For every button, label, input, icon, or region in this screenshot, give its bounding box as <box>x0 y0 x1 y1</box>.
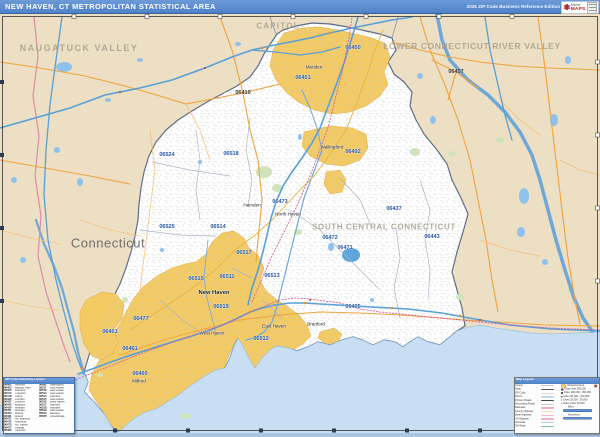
zip-index-columns: 06401 Ansonia 06403 Beacon Falls 06405 Branfo… <box>4 384 74 437</box>
legend-line-item: State Highway <box>515 413 554 417</box>
title-bar: NEW HAVEN, CT METROPOLITAN STATISTICAL A… <box>0 0 600 14</box>
scale-bar-label: Kilometers <box>568 412 580 416</box>
zip-index-row: 06525 Woodbridge <box>39 414 65 418</box>
legend-line-sample <box>541 407 554 408</box>
zip-index-title: ZIP Code Index/City Locator <box>5 378 45 381</box>
legend-line-sample <box>541 421 554 423</box>
legend-line-sample <box>541 418 554 419</box>
legend-city-item: Cities 50,000 - 100,000 <box>561 394 599 398</box>
city-size-dot <box>561 395 563 397</box>
zip-index-panel: ZIP Code Index/City Locator 06401 Ansonia… <box>3 377 75 434</box>
legend-line-item: Primary Roads <box>515 398 554 402</box>
legend-line-item: County Highway <box>515 409 554 413</box>
legend-line-item: Railroads <box>515 405 554 409</box>
logo-star-icon: ✱ <box>563 2 570 12</box>
legend-line-item: US Highway <box>515 416 554 420</box>
logo-fineprint <box>587 1 597 14</box>
logo-brand-bottom: MAPS <box>570 6 586 12</box>
map-canvas <box>0 13 600 437</box>
legend-line-sample <box>541 399 554 401</box>
city-size-dot <box>561 402 562 404</box>
legend-line-sample <box>541 425 554 427</box>
zip-index-row: 06483 Seymour <box>4 428 26 432</box>
city-size-dot <box>561 387 564 391</box>
legend-line-sample <box>541 403 554 405</box>
legend-line-item: Secondary Roads <box>515 401 554 405</box>
legend-city-item: Cities under 25,000 <box>561 401 585 405</box>
legend-line-sample <box>541 392 554 394</box>
map-page: NAUGATUCK VALLEY CAPITOL LOWER CONNECTICUT… <box>0 0 600 437</box>
legend-city-item: Cities 25,000 - 50,000 <box>561 398 599 402</box>
legend-panel: Map Legend County State ZIP Code Rivers Prim… <box>514 377 600 434</box>
page-margin <box>0 433 600 437</box>
legend-line-item: ZIP Code <box>515 390 554 394</box>
legend-line-sample <box>541 384 554 386</box>
legend-line-item: Toll Road <box>515 424 554 428</box>
city-size-dot <box>561 399 563 401</box>
legend-line-sample <box>541 396 554 397</box>
compass-rose-icon: ✹ <box>593 383 598 389</box>
edition-label: 2026 ZIP Code Business Reference Edition <box>466 4 560 9</box>
legend-title: Map Legend <box>516 378 534 381</box>
legend-line-sample <box>541 388 554 390</box>
city-size-dot <box>561 391 563 394</box>
page-title: NEW HAVEN, CT METROPOLITAN STATISTICAL A… <box>5 2 216 11</box>
legend-line-sample <box>541 410 554 412</box>
legend-line-sample <box>541 414 554 416</box>
legend-line-item: Interstate <box>515 420 554 424</box>
scale-bar <box>563 416 592 420</box>
legend-city-item: Cities 100,000 - 250,000 <box>561 391 599 395</box>
legend-line-item: Rivers <box>515 394 554 398</box>
urban-area-swatch <box>561 383 566 387</box>
legend-line-item: County <box>515 383 554 387</box>
brand-logo: ✱ Market MAPS <box>561 1 599 14</box>
legend-line-item: State <box>515 387 554 391</box>
scale-bar <box>563 408 592 412</box>
